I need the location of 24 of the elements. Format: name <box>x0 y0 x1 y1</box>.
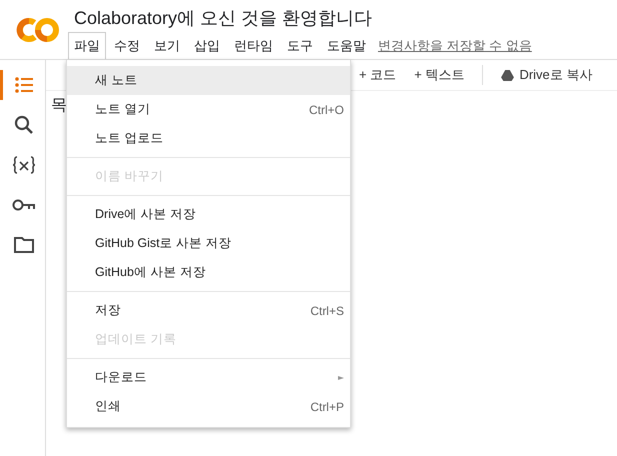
menu-tab[interactable]: 삽입 <box>188 32 226 59</box>
menu-tab[interactable]: 파일 <box>68 32 106 59</box>
menu-tab[interactable]: 수정 <box>108 32 146 59</box>
menu-item[interactable]: 노트 열기 Ctrl+O <box>67 95 350 124</box>
copy-to-drive-button[interactable]: Drive로 복사 <box>501 66 592 84</box>
menu-tab[interactable]: 보기 <box>148 32 186 59</box>
menu-item[interactable]: 다운로드 <box>67 363 350 392</box>
menu-item[interactable]: GitHub Gist로 사본 저장 <box>67 229 350 258</box>
notebook-title[interactable]: Colaboratory에 오신 것을 환영합니다 <box>74 6 532 32</box>
logo-icon[interactable] <box>16 16 60 44</box>
panel-title: 목 <box>51 96 67 116</box>
menu-tab[interactable]: 도움말 <box>321 32 372 59</box>
menu-tab[interactable]: 런타임 <box>228 32 279 59</box>
menu-tab[interactable]: 도구 <box>281 32 319 59</box>
menu-item[interactable]: GitHub에 사본 저장 <box>67 258 350 287</box>
menu-item[interactable]: 새 노트 <box>67 66 350 95</box>
save-status-link[interactable]: 변경사항을 저장할 수 없음 <box>378 36 532 54</box>
menu-item[interactable]: Drive에 사본 저장 <box>67 200 350 229</box>
add-code-button[interactable]: + 코드 <box>359 66 396 84</box>
menu-item[interactable]: 저장 Ctrl+S <box>67 296 350 325</box>
menu-item[interactable]: 노트 업로드 <box>67 124 350 153</box>
menu-item[interactable]: 인쇄 Ctrl+P <box>67 392 350 421</box>
drive-icon <box>501 70 514 80</box>
add-text-button[interactable]: + 텍스트 <box>414 66 464 84</box>
